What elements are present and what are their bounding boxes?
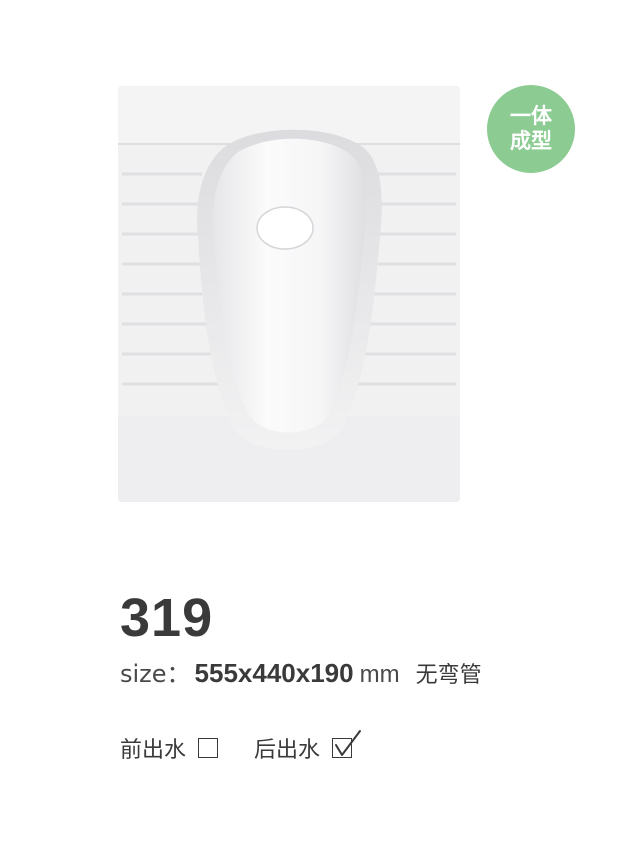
- checkbox-icon: [332, 730, 362, 758]
- option-label: 后出水: [254, 738, 321, 763]
- one-piece-badge: 一体 成型: [487, 85, 575, 173]
- option-label: 前出水: [120, 738, 187, 763]
- product-image: [118, 86, 460, 502]
- squat-toilet-illustration: [118, 86, 460, 502]
- badge-line-1: 一体: [510, 104, 552, 128]
- size-unit: mm: [359, 661, 400, 688]
- checkbox-icon: [198, 738, 219, 758]
- outlet-options: 前出水 后出水: [120, 730, 388, 764]
- checkmark-icon: [335, 730, 362, 756]
- size-note: 无弯管: [415, 663, 482, 688]
- size-value: 555x440x190: [194, 658, 354, 688]
- size-row: size： 555x440x190 mm 无弯管: [120, 654, 482, 688]
- badge-line-2: 成型: [510, 129, 552, 153]
- size-label: size：: [120, 660, 191, 688]
- option-rear-outlet: 后出水: [254, 730, 362, 764]
- option-front-outlet: 前出水: [120, 732, 219, 764]
- model-number: 319: [120, 588, 214, 648]
